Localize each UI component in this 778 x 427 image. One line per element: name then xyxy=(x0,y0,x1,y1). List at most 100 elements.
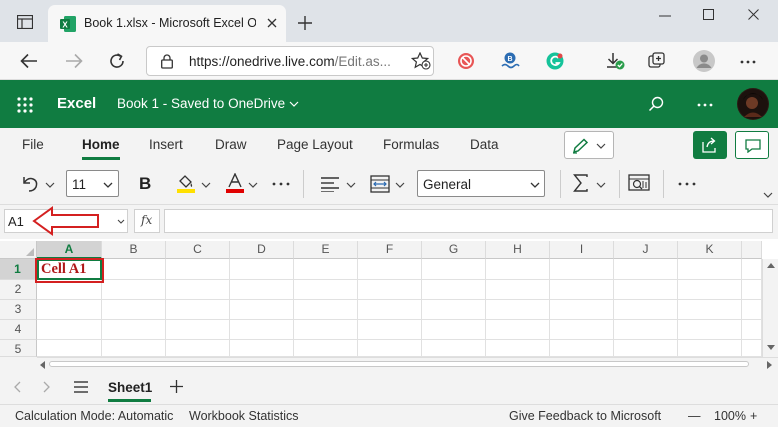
row-header-3[interactable]: 3 xyxy=(0,300,37,320)
lock-icon[interactable] xyxy=(161,54,173,69)
grid-cell[interactable] xyxy=(614,340,678,357)
new-tab-icon[interactable] xyxy=(298,16,312,30)
grid-cell[interactable] xyxy=(37,340,102,357)
grid-cell[interactable] xyxy=(678,300,742,320)
more-font-options-icon[interactable] xyxy=(272,182,290,186)
grid-cell[interactable] xyxy=(614,280,678,300)
number-format-select[interactable]: General xyxy=(417,170,545,197)
row-header-4[interactable]: 4 xyxy=(0,320,37,340)
grid-cell[interactable] xyxy=(294,340,358,357)
collections-icon[interactable] xyxy=(648,52,666,70)
grid-cell[interactable] xyxy=(422,259,486,280)
column-header-j[interactable]: J xyxy=(614,241,678,259)
fill-color-icon[interactable] xyxy=(176,173,196,193)
more-options-icon[interactable] xyxy=(697,103,713,107)
grid-cell[interactable] xyxy=(358,320,422,340)
grid-cell[interactable] xyxy=(358,259,422,280)
grid-cell[interactable] xyxy=(294,259,358,280)
grid-cell[interactable] xyxy=(486,259,550,280)
undo-icon[interactable] xyxy=(19,174,41,194)
all-sheets-icon[interactable] xyxy=(74,381,88,393)
user-avatar[interactable] xyxy=(737,88,769,120)
column-header-i[interactable]: I xyxy=(550,241,614,259)
analyze-data-icon[interactable] xyxy=(628,173,650,195)
grid-cell[interactable] xyxy=(37,280,102,300)
tab-home[interactable]: Home xyxy=(82,137,120,152)
app-name[interactable]: Excel xyxy=(57,95,96,112)
grid-cell[interactable] xyxy=(614,320,678,340)
select-all-corner[interactable] xyxy=(0,241,37,259)
window-close-icon[interactable] xyxy=(748,9,759,20)
zoom-out-button[interactable]: — xyxy=(688,409,701,423)
tab-file[interactable]: File xyxy=(22,137,44,152)
tab-page-layout[interactable]: Page Layout xyxy=(277,137,353,152)
document-title[interactable]: Book 1 - Saved to OneDrive xyxy=(117,96,299,111)
grid-cell[interactable] xyxy=(230,259,294,280)
workbook-statistics[interactable]: Workbook Statistics xyxy=(189,409,299,423)
font-color-icon[interactable] xyxy=(225,173,245,193)
back-arrow-icon[interactable] xyxy=(20,53,38,69)
grid-cell[interactable] xyxy=(678,259,742,280)
font-size-select[interactable]: 11 xyxy=(66,170,119,197)
grid-cell[interactable] xyxy=(486,280,550,300)
spreadsheet-grid[interactable]: A B C D E F G H I J K 1 2 3 4 5 Cell A1 xyxy=(0,241,778,357)
close-tab-icon[interactable] xyxy=(267,18,277,28)
grid-cell[interactable] xyxy=(37,320,102,340)
tab-actions-icon[interactable] xyxy=(17,15,33,29)
merge-wrap-icon[interactable] xyxy=(370,175,390,193)
add-favorite-icon[interactable] xyxy=(411,52,431,70)
add-sheet-icon[interactable] xyxy=(170,380,183,393)
give-feedback-link[interactable]: Give Feedback to Microsoft xyxy=(509,409,661,423)
grid-cell[interactable] xyxy=(102,280,166,300)
grid-cell[interactable] xyxy=(614,259,678,280)
tab-data[interactable]: Data xyxy=(470,137,499,152)
app-launcher-icon[interactable] xyxy=(17,97,33,113)
grid-cell[interactable] xyxy=(742,320,762,340)
grid-cell[interactable] xyxy=(294,280,358,300)
grid-cell[interactable] xyxy=(742,340,762,357)
tab-draw[interactable]: Draw xyxy=(215,137,247,152)
grid-cell[interactable] xyxy=(102,259,166,280)
formula-input[interactable] xyxy=(164,209,773,233)
grid-cell[interactable] xyxy=(422,300,486,320)
grid-cell[interactable] xyxy=(550,300,614,320)
browser-menu-icon[interactable] xyxy=(740,60,756,64)
insert-function-button[interactable]: fx xyxy=(134,209,160,233)
column-header-e[interactable]: E xyxy=(294,241,358,259)
grid-cell[interactable] xyxy=(230,340,294,357)
cell-a1-value[interactable]: Cell A1 xyxy=(41,261,87,278)
grid-cell[interactable] xyxy=(37,300,102,320)
grid-cell[interactable] xyxy=(678,340,742,357)
autosum-dropdown-icon[interactable] xyxy=(596,182,606,188)
column-header-a[interactable]: A xyxy=(37,241,102,259)
horizontal-scrollbar[interactable] xyxy=(37,357,778,370)
font-color-dropdown-icon[interactable] xyxy=(248,182,258,188)
column-header-h[interactable]: H xyxy=(486,241,550,259)
grid-cell[interactable] xyxy=(294,320,358,340)
tab-insert[interactable]: Insert xyxy=(149,137,183,152)
search-icon[interactable] xyxy=(648,96,664,112)
grid-cell[interactable] xyxy=(294,300,358,320)
grid-cell[interactable] xyxy=(550,320,614,340)
grid-cell[interactable] xyxy=(102,320,166,340)
prev-sheet-icon[interactable] xyxy=(13,381,21,393)
next-sheet-icon[interactable] xyxy=(43,381,51,393)
downloads-icon[interactable] xyxy=(605,51,625,71)
grid-cell[interactable] xyxy=(230,300,294,320)
grid-cell[interactable] xyxy=(166,259,230,280)
column-header-g[interactable]: G xyxy=(422,241,486,259)
extension-grammarly-icon[interactable] xyxy=(546,52,564,70)
grid-cell[interactable] xyxy=(486,340,550,357)
grid-cell[interactable] xyxy=(422,320,486,340)
browser-tab[interactable]: X Book 1.xlsx - Microsoft Excel Onl xyxy=(48,5,286,42)
grid-cell[interactable] xyxy=(358,280,422,300)
grid-cell[interactable] xyxy=(550,280,614,300)
cell-area[interactable] xyxy=(37,259,762,357)
grid-cell[interactable] xyxy=(230,280,294,300)
grid-cell[interactable] xyxy=(486,300,550,320)
autosum-icon[interactable] xyxy=(573,174,589,192)
grid-cell[interactable] xyxy=(422,280,486,300)
grid-cell[interactable] xyxy=(678,320,742,340)
refresh-icon[interactable] xyxy=(108,52,126,70)
forward-arrow-icon[interactable] xyxy=(65,53,83,69)
